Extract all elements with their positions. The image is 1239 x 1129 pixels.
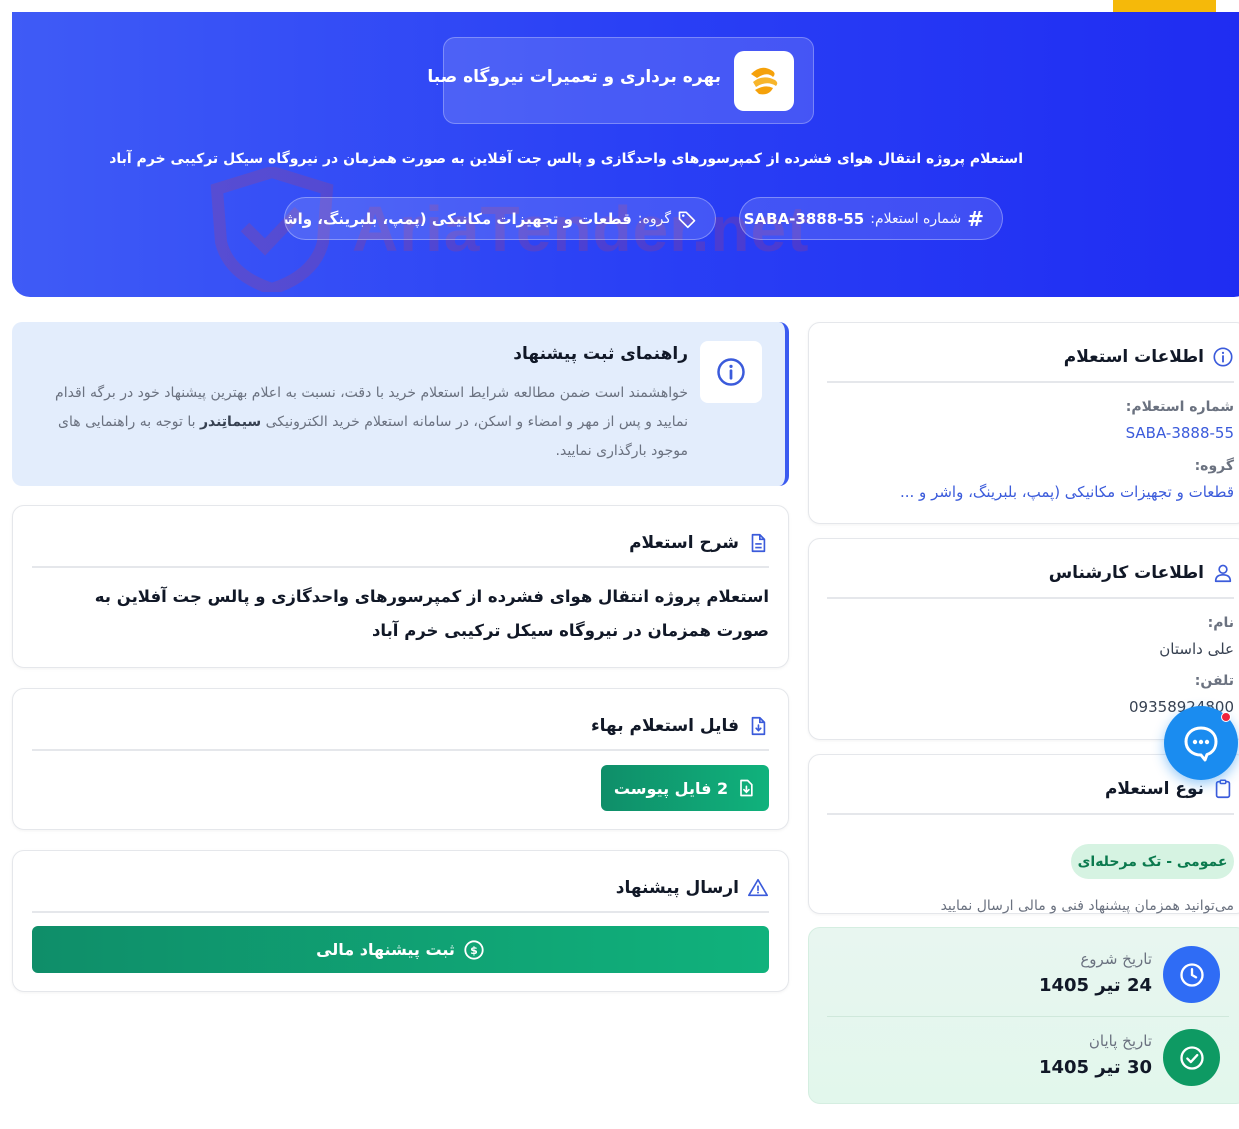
info-icon [717, 358, 745, 386]
description-title: شرح استعلام [629, 533, 739, 553]
inquiry-type-card: نوع استعلام عمومی - تک مرحله‌ای می‌توانی… [808, 754, 1239, 914]
inquiry-type-badge: عمومی - تک مرحله‌ای [1071, 844, 1234, 879]
info-icon [1213, 347, 1233, 367]
group-pill: گروه: قطعات و تجهیزات مکانیکی (پمپ، بلبر… [284, 197, 716, 240]
company-logo-icon [751, 67, 778, 95]
attachments-button-label: 2 فایل پیوست [613, 778, 729, 798]
description-card: شرح استعلام استعلام پروژه انتقال هوای فش… [12, 505, 789, 668]
hero-banner: AriaTender.net بهره برداری و تعمیرات نیر… [12, 12, 1239, 297]
submit-financial-offer-button[interactable]: $ ثبت پیشنهاد مالی [32, 926, 769, 973]
submit-card: ارسال پیشنهاد $ ثبت پیشنهاد مالی [12, 850, 789, 992]
download-file-icon [740, 779, 753, 797]
clock-icon-circle [1163, 946, 1220, 1003]
description-header: شرح استعلام [32, 520, 769, 568]
expert-title: اطلاعات کارشناس [1048, 563, 1204, 583]
inquiry-number-label: شماره استعلام: [1125, 399, 1234, 415]
clipboard-icon [1215, 779, 1231, 799]
start-date-value: 24 تیر 1405 [1038, 975, 1152, 996]
inquiry-number-value: SABA-3888-55 [743, 209, 865, 228]
inquiry-number-pill: # شماره استعلام: SABA-3888-55 [739, 197, 1003, 240]
inquiry-type-header: نوع استعلام [827, 765, 1234, 815]
chat-notification-dot [1221, 712, 1231, 722]
check-icon-circle [1163, 1029, 1220, 1086]
submit-title: ارسال پیشنهاد [615, 878, 739, 898]
top-accent-tab [1113, 0, 1216, 12]
guide-title: راهنمای ثبت پیشنهاد [513, 344, 688, 364]
clock-icon [1179, 962, 1204, 987]
hero-title: استعلام پروژه انتقال هوای فشرده از کمپرس… [109, 151, 1023, 167]
submit-header: ارسال پیشنهاد [32, 865, 769, 913]
guide-icon-box [700, 341, 762, 403]
price-file-card: فایل استعلام بهاء 2 فایل پیوست [12, 688, 789, 830]
warning-icon [748, 878, 768, 897]
description-text: استعلام پروژه انتقال هوای فشرده از کمپرس… [94, 587, 769, 640]
company-name: بهره برداری و تعمیرات نیروگاه صبا [427, 67, 721, 87]
group-value: قطعات و تجهیزات مکانیکی (پمپ، بلبرینگ، و… [284, 209, 632, 228]
chat-icon [1184, 726, 1218, 762]
group-link[interactable]: قطعات و تجهیزات مکانیکی (پمپ، بلبرینگ، و… [900, 483, 1234, 501]
group-label: گروه: [637, 210, 671, 227]
inquiry-type-note: می‌توانید همزمان پیشنهاد فنی و مالی ارسا… [940, 898, 1234, 914]
guide-body: خواهشمند است ضمن مطالعه شرایط استعلام خر… [38, 379, 688, 466]
expert-name-value: علی داستان [1159, 640, 1234, 658]
expert-phone-label: تلفن: [1194, 673, 1234, 689]
expert-card: اطلاعات کارشناس نام: علی داستان تلفن: 09… [808, 538, 1239, 740]
attachments-button[interactable]: 2 فایل پیوست [601, 765, 769, 811]
guide-panel: راهنمای ثبت پیشنهاد خواهشمند است ضمن مطا… [12, 322, 789, 486]
tag-icon [678, 211, 696, 228]
hash-icon: # [967, 206, 984, 231]
svg-text:$: $ [470, 944, 478, 957]
inquiry-info-card: اطلاعات استعلام شماره استعلام: SABA-3888… [808, 322, 1239, 524]
end-date-value: 30 تیر 1405 [1038, 1057, 1152, 1078]
inquiry-info-title: اطلاعات استعلام [1063, 347, 1204, 367]
guide-brand: سیماتِندر [199, 414, 262, 430]
dollar-icon: $ [464, 939, 484, 960]
check-circle-icon [1179, 1045, 1204, 1070]
company-logo [734, 51, 794, 111]
inquiry-number-label: شماره استعلام: [870, 210, 962, 227]
group-label: گروه: [1194, 458, 1234, 474]
inquiry-number-value: SABA-3888-55 [1125, 424, 1234, 442]
inquiry-info-header: اطلاعات استعلام [827, 333, 1234, 383]
inquiry-type-title: نوع استعلام [1104, 779, 1204, 799]
download-file-icon [751, 716, 766, 736]
dates-divider [827, 1016, 1229, 1017]
price-file-title: فایل استعلام بهاء [590, 716, 739, 736]
price-file-header: فایل استعلام بهاء [32, 703, 769, 751]
expert-name-label: نام: [1207, 615, 1234, 631]
dates-panel: تاریخ شروع 24 تیر 1405 تاریخ پایان 30 تی… [808, 927, 1239, 1104]
start-date-label: تاریخ شروع [1080, 950, 1152, 968]
expert-header: اطلاعات کارشناس [827, 549, 1234, 599]
user-icon [1214, 564, 1232, 583]
company-card[interactable]: بهره برداری و تعمیرات نیروگاه صبا [427, 37, 814, 124]
document-icon [751, 533, 766, 553]
submit-financial-offer-label: ثبت پیشنهاد مالی [316, 940, 455, 959]
end-date-label: تاریخ پایان [1088, 1032, 1152, 1050]
